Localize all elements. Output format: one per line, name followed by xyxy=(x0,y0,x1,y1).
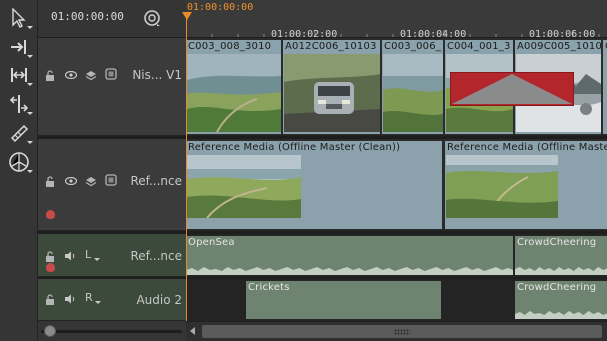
record-status-icon xyxy=(46,263,55,272)
zoom-bar xyxy=(38,321,186,341)
media-icon[interactable] xyxy=(105,68,117,80)
clip-label: Reference Media (Offline Master (Clean)) xyxy=(188,142,401,153)
track-header-reference[interactable]: Ref...nce xyxy=(38,139,186,231)
clip-thumbnail xyxy=(284,54,380,132)
scroll-left-icon[interactable] xyxy=(190,327,195,335)
track-lane-audio-ref[interactable]: OpenSea CrowdCheering xyxy=(186,234,607,277)
ruler-label: 01:00:02:00 xyxy=(271,29,338,38)
track-name[interactable]: Audio 2 xyxy=(136,293,182,307)
snap-icon[interactable] xyxy=(143,9,161,27)
audio-clip[interactable]: Crickets xyxy=(246,281,443,319)
record-status-icon xyxy=(46,210,55,219)
current-timecode[interactable]: 01:00:00:00 xyxy=(51,10,124,23)
audio-waveform xyxy=(515,311,607,319)
select-tool-icon[interactable] xyxy=(7,6,33,30)
playhead-handle[interactable] xyxy=(182,12,192,20)
track-name[interactable]: Ref...nce xyxy=(130,174,182,188)
razor-tool-icon[interactable] xyxy=(7,121,33,145)
lock-icon[interactable] xyxy=(44,250,56,262)
clip-label: A012C006_10103 xyxy=(285,41,377,52)
lock-icon[interactable] xyxy=(44,293,56,305)
track-header-v1[interactable]: Nis... V1 xyxy=(38,38,186,136)
clip-label: Reference Media (Offline Master (Cl xyxy=(447,142,607,153)
track-lane-audio2[interactable]: Crickets CrowdCheering xyxy=(186,279,607,321)
speaker-icon[interactable] xyxy=(64,250,76,262)
track-select-tool-icon[interactable] xyxy=(7,35,33,59)
speaker-icon[interactable] xyxy=(64,293,76,305)
clip-label: A009C005_1010 xyxy=(517,41,602,52)
grip-icon xyxy=(394,329,410,335)
track-header-audio2[interactable]: R Audio 2 xyxy=(38,279,186,321)
playhead-line[interactable] xyxy=(186,12,187,321)
audio-waveform xyxy=(186,267,513,275)
audio-clip[interactable]: OpenSea xyxy=(186,236,515,275)
clip-label: CrowdCheering xyxy=(517,237,597,248)
media-icon[interactable] xyxy=(105,174,117,186)
video-clip[interactable]: C003_008_3010 xyxy=(186,40,282,134)
chevron-down-icon[interactable] xyxy=(94,258,100,261)
zoom-slider[interactable] xyxy=(41,330,182,333)
clip-thumbnail xyxy=(187,155,301,218)
lock-icon[interactable] xyxy=(44,69,56,81)
audio-clip[interactable]: CrowdCheering xyxy=(515,236,607,275)
offline-media-indicator xyxy=(450,72,574,106)
clip-label: OpenSea xyxy=(188,237,235,248)
channel-selector[interactable]: R xyxy=(85,291,93,304)
reference-clip[interactable]: Reference Media (Offline Master (Clean)) xyxy=(186,141,444,229)
clip-label: Crickets xyxy=(248,282,290,293)
video-clip[interactable]: A012C006_10103 xyxy=(283,40,381,134)
clip-label: C003_006_ xyxy=(384,41,441,52)
zoom-slider-handle[interactable] xyxy=(44,325,56,337)
ripple-tool-icon[interactable] xyxy=(7,63,33,87)
retime-tool-icon[interactable] xyxy=(7,150,33,174)
channel-selector[interactable]: L xyxy=(85,248,91,261)
track-lane-v1[interactable]: C003_008_3010 A012C006_10103 C003_006_ C… xyxy=(186,38,607,136)
reference-clip[interactable]: Reference Media (Offline Master (Cl xyxy=(445,141,607,229)
clip-thumbnail xyxy=(383,54,443,132)
tool-palette xyxy=(0,0,38,341)
timeline-ruler[interactable]: 01:00:00:00 01:00:02:00 01:00:04:00 01:0… xyxy=(186,0,607,38)
ruler-label: 01:00:06:00 xyxy=(529,29,596,38)
audio-waveform xyxy=(515,267,607,275)
video-clip[interactable]: C003_006_ xyxy=(382,40,444,134)
clip-label: CrowdCheering xyxy=(517,282,597,293)
layers-icon[interactable] xyxy=(85,69,97,81)
track-name[interactable]: Nis... V1 xyxy=(132,68,182,82)
audio-clip[interactable]: CrowdCheering xyxy=(515,281,607,319)
clip-thumbnail xyxy=(446,155,558,218)
layers-icon[interactable] xyxy=(85,175,97,187)
eye-icon[interactable] xyxy=(65,175,77,187)
lock-icon[interactable] xyxy=(44,175,56,187)
clip-thumbnail xyxy=(187,54,281,132)
track-name[interactable]: Ref...nce xyxy=(130,249,182,263)
eye-icon[interactable] xyxy=(65,69,77,81)
ruler-label: 01:00:04:00 xyxy=(400,29,467,38)
video-clip[interactable]: C xyxy=(603,40,607,134)
timeline-header: 01:00:00:00 xyxy=(38,0,186,38)
clip-label: C003_008_3010 xyxy=(188,41,272,52)
clip-label: C004_001_3 xyxy=(447,41,511,52)
chevron-down-icon[interactable] xyxy=(95,301,101,304)
track-lane-reference[interactable]: Reference Media (Offline Master (Clean))… xyxy=(186,139,607,231)
slip-tool-icon[interactable] xyxy=(7,92,33,116)
scrollbar-thumb[interactable] xyxy=(202,325,602,338)
horizontal-scrollbar[interactable] xyxy=(186,321,607,341)
track-header-audio-ref[interactable]: L Ref...nce xyxy=(38,234,186,277)
